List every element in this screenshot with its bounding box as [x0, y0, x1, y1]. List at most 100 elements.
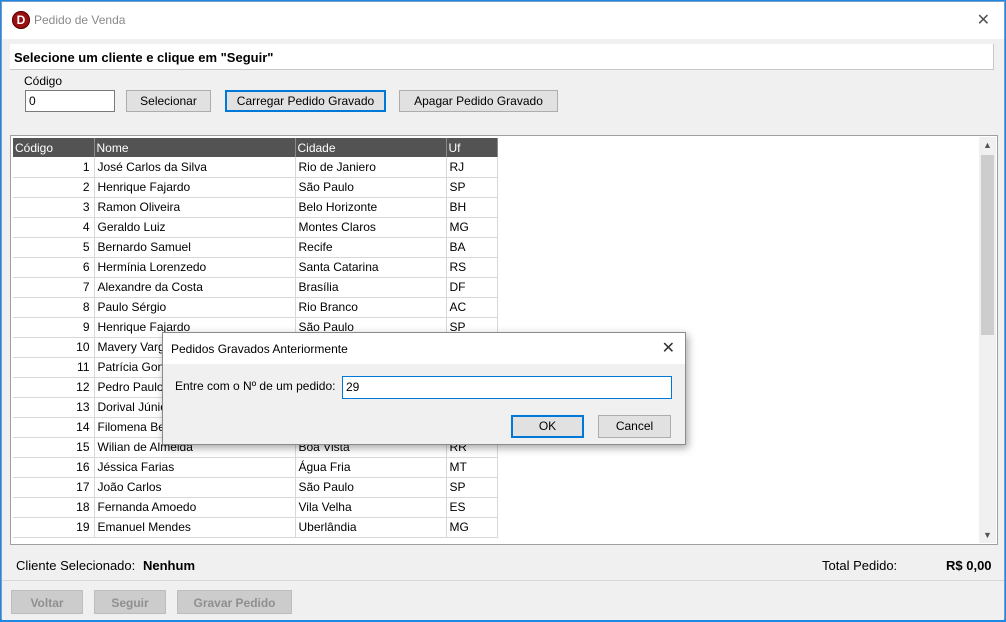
cell-codigo: 14	[13, 417, 95, 438]
cell-nome: Alexandre da Costa	[94, 277, 296, 298]
total-pedido-label: Total Pedido:	[822, 558, 898, 573]
cell-cidade: Montes Claros	[295, 217, 447, 238]
cell-nome: Bernardo Samuel	[94, 237, 296, 258]
apagar-pedido-button[interactable]: Apagar Pedido Gravado	[399, 90, 558, 112]
scroll-up-icon[interactable]: ▲	[983, 140, 992, 150]
table-row[interactable]: 18 Fernanda Amoedo Vila Velha ES	[13, 497, 498, 518]
cell-uf: MG	[446, 217, 498, 238]
cell-uf: ES	[446, 497, 498, 518]
cell-cidade: Rio Branco	[295, 297, 447, 318]
cell-cidade: Belo Horizonte	[295, 197, 447, 218]
pedidos-gravados-dialog: Pedidos Gravados Anteriormente ✕ Entre c…	[162, 332, 686, 445]
table-row[interactable]: 1 José Carlos da Silva Rio de Janiero RJ	[13, 157, 498, 178]
cell-codigo: 15	[13, 437, 95, 458]
cell-cidade: São Paulo	[295, 177, 447, 198]
instruction-panel: Selecione um cliente e clique em "Seguir…	[10, 44, 994, 70]
selecionar-button[interactable]: Selecionar	[126, 90, 211, 112]
table-row[interactable]: 7 Alexandre da Costa Brasília DF	[13, 277, 498, 298]
cell-uf: MT	[446, 457, 498, 478]
ok-button[interactable]: OK	[511, 415, 584, 438]
cell-uf: BH	[446, 197, 498, 218]
cell-uf: AC	[446, 297, 498, 318]
column-header-cidade[interactable]: Cidade	[295, 138, 447, 157]
cell-uf: RJ	[446, 157, 498, 178]
cell-nome: Henrique Fajardo	[94, 177, 296, 198]
cell-codigo: 10	[13, 337, 95, 358]
cell-codigo: 6	[13, 257, 95, 278]
cell-codigo: 11	[13, 357, 95, 378]
cell-cidade: Água Fria	[295, 457, 447, 478]
voltar-button[interactable]: Voltar	[11, 590, 83, 614]
status-bar: Cliente Selecionado: Nenhum Total Pedido…	[10, 552, 998, 578]
cell-uf: SP	[446, 477, 498, 498]
vertical-scrollbar[interactable]: ▲ ▼	[979, 137, 996, 543]
table-row[interactable]: 16 Jéssica Farias Água Fria MT	[13, 457, 498, 478]
codigo-input[interactable]: 0	[25, 90, 115, 112]
pedido-number-input[interactable]: 29	[342, 376, 672, 399]
dialog-title-bar: Pedidos Gravados Anteriormente ✕	[163, 333, 685, 364]
cancel-button[interactable]: Cancel	[598, 415, 671, 438]
cliente-selecionado-value: Nenhum	[143, 558, 195, 573]
close-icon[interactable]: ✕	[977, 10, 990, 30]
dialog-prompt: Entre com o Nº de um pedido:	[175, 379, 336, 393]
cell-codigo: 16	[13, 457, 95, 478]
cell-nome: Emanuel Mendes	[94, 517, 296, 538]
title-bar: D Pedido de Venda ✕	[2, 2, 1004, 39]
cell-uf: DF	[446, 277, 498, 298]
cell-codigo: 1	[13, 157, 95, 178]
instruction-text: Selecione um cliente e clique em "Seguir…	[14, 50, 274, 65]
cell-cidade: Recife	[295, 237, 447, 258]
window-title: Pedido de Venda	[34, 13, 126, 27]
cell-nome: Jéssica Farias	[94, 457, 296, 478]
cell-codigo: 8	[13, 297, 95, 318]
cell-codigo: 17	[13, 477, 95, 498]
cell-codigo: 4	[13, 217, 95, 238]
column-header-codigo[interactable]: Código	[13, 138, 95, 157]
cell-nome: Fernanda Amoedo	[94, 497, 296, 518]
cell-uf: MG	[446, 517, 498, 538]
scroll-down-icon[interactable]: ▼	[983, 530, 992, 540]
column-header-uf[interactable]: Uf	[446, 138, 498, 157]
cell-cidade: Brasília	[295, 277, 447, 298]
cell-nome: Ramon Oliveira	[94, 197, 296, 218]
table-row[interactable]: 19 Emanuel Mendes Uberlândia MG	[13, 517, 498, 538]
table-row[interactable]: 3 Ramon Oliveira Belo Horizonte BH	[13, 197, 498, 218]
column-header-nome[interactable]: Nome	[94, 138, 296, 157]
table-row[interactable]: 2 Henrique Fajardo São Paulo SP	[13, 177, 498, 198]
cell-nome: Hermínia Lorenzedo	[94, 257, 296, 278]
cell-cidade: Vila Velha	[295, 497, 447, 518]
cell-codigo: 9	[13, 317, 95, 338]
table-row[interactable]: 4 Geraldo Luiz Montes Claros MG	[13, 217, 498, 238]
cell-uf: RS	[446, 257, 498, 278]
cell-codigo: 18	[13, 497, 95, 518]
cell-cidade: Santa Catarina	[295, 257, 447, 278]
cell-nome: José Carlos da Silva	[94, 157, 296, 178]
cell-nome: João Carlos	[94, 477, 296, 498]
seguir-button[interactable]: Seguir	[94, 590, 166, 614]
cell-uf: SP	[446, 177, 498, 198]
table-row[interactable]: 5 Bernardo Samuel Recife BA	[13, 237, 498, 258]
cell-codigo: 3	[13, 197, 95, 218]
dialog-close-icon[interactable]: ✕	[662, 338, 675, 358]
codigo-label: Código	[24, 74, 63, 88]
cell-cidade: Uberlândia	[295, 517, 447, 538]
table-header-row: Código Nome Cidade Uf	[13, 138, 498, 157]
cell-codigo: 13	[13, 397, 95, 418]
footer-bar: Voltar Seguir Gravar Pedido	[2, 580, 1004, 620]
dialog-title: Pedidos Gravados Anteriormente	[171, 342, 348, 356]
main-window: D Pedido de Venda ✕ Selecione um cliente…	[1, 1, 1005, 620]
scroll-thumb[interactable]	[981, 155, 994, 335]
app-logo-icon: D	[12, 11, 30, 29]
gravar-pedido-button[interactable]: Gravar Pedido	[177, 590, 292, 614]
cell-codigo: 19	[13, 517, 95, 538]
table-row[interactable]: 6 Hermínia Lorenzedo Santa Catarina RS	[13, 257, 498, 278]
table-row[interactable]: 17 João Carlos São Paulo SP	[13, 477, 498, 498]
cell-nome: Paulo Sérgio	[94, 297, 296, 318]
table-row[interactable]: 8 Paulo Sérgio Rio Branco AC	[13, 297, 498, 318]
cell-codigo: 5	[13, 237, 95, 258]
carregar-pedido-button[interactable]: Carregar Pedido Gravado	[225, 90, 386, 112]
cell-codigo: 12	[13, 377, 95, 398]
cell-codigo: 7	[13, 277, 95, 298]
cell-cidade: Rio de Janiero	[295, 157, 447, 178]
cell-codigo: 2	[13, 177, 95, 198]
